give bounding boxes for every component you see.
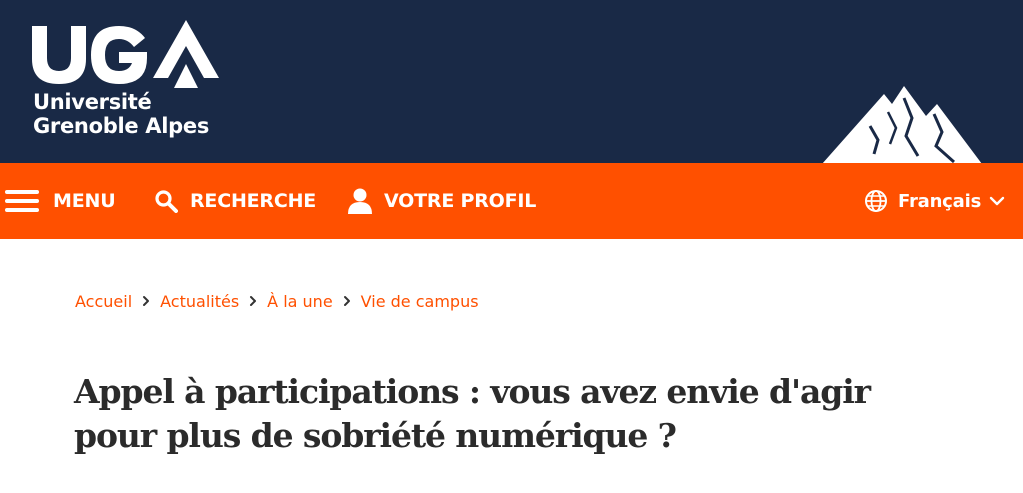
mountain-logo-icon [822,86,982,163]
main-navbar: MENU RECHERCHE VOTRE PROFIL Français [0,163,1023,239]
uga-logo-mark [32,20,219,88]
chevron-right-icon [142,295,150,307]
language-label: Français [898,190,982,212]
chevron-down-icon [989,196,1005,206]
menu-button[interactable]: MENU [5,163,116,239]
breadcrumb-item-accueil[interactable]: Accueil [75,292,132,311]
search-button[interactable]: RECHERCHE [154,163,316,239]
globe-icon [865,190,887,212]
menu-label: MENU [53,190,116,212]
chevron-right-icon [249,295,257,307]
logo-text-grenoble-alpes: Grenoble Alpes [33,114,210,138]
page-title-line-2: pour plus de sobriété numérique ? [74,416,677,455]
page-title-line-1: Appel à participations : vous avez envie… [74,372,871,411]
page-title: Appel à participations : vous avez envie… [74,370,934,458]
chevron-right-icon [343,295,351,307]
profile-button[interactable]: VOTRE PROFIL [348,163,536,239]
profile-label: VOTRE PROFIL [384,190,537,212]
user-icon [348,188,372,214]
menu-icon [5,190,39,212]
search-label: RECHERCHE [190,190,317,212]
breadcrumb: Accueil Actualités À la une Vie de campu… [75,290,479,312]
breadcrumb-item-actualites[interactable]: Actualités [160,292,239,311]
breadcrumb-item-a-la-une[interactable]: À la une [267,292,333,311]
language-selector[interactable]: Français [864,163,1005,239]
uga-logo[interactable]: Université Grenoble Alpes [28,18,228,143]
search-icon [155,190,178,213]
breadcrumb-item-vie-de-campus[interactable]: Vie de campus [361,292,479,311]
site-header: Université Grenoble Alpes [0,0,1023,163]
logo-text-universite: Université [33,90,152,114]
